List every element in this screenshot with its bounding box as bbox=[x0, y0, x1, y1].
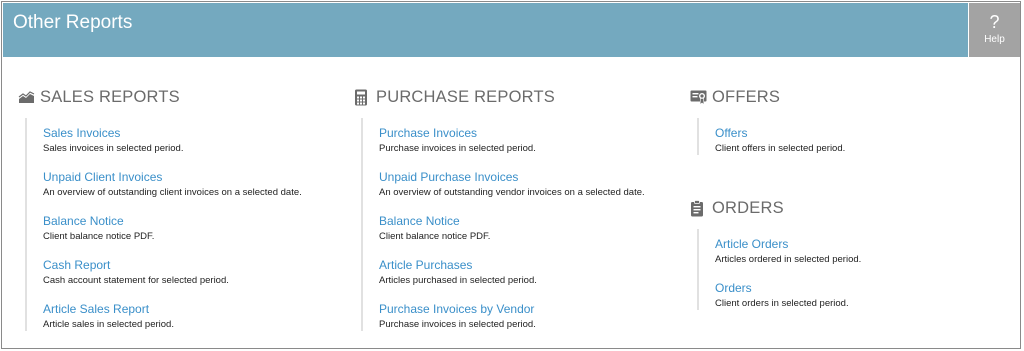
item-description: Purchase invoices in selected period. bbox=[379, 319, 536, 330]
reports-panel: Other Reports ? Help SALES REPORTS Sales… bbox=[1, 1, 1021, 349]
orders-link[interactable]: Orders bbox=[715, 281, 861, 296]
orders-list: Article Orders Articles ordered in selec… bbox=[697, 229, 861, 310]
purchase-invoices-by-vendor-link[interactable]: Purchase Invoices by Vendor bbox=[379, 302, 645, 317]
item-description: Article sales in selected period. bbox=[43, 319, 174, 330]
help-label: Help bbox=[984, 34, 1005, 45]
sales-reports-title: SALES REPORTS bbox=[40, 87, 180, 106]
list-item: Offers Client offers in selected period. bbox=[715, 126, 845, 155]
item-description: Client orders in selected period. bbox=[715, 298, 849, 309]
sales-reports-section: SALES REPORTS Sales Invoices Sales invoi… bbox=[18, 86, 302, 331]
offers-heading: OFFERS bbox=[690, 86, 845, 108]
item-description: Purchase invoices in selected period. bbox=[379, 143, 536, 154]
list-item: Balance Notice Client balance notice PDF… bbox=[379, 214, 645, 243]
sales-reports-list: Sales Invoices Sales invoices in selecte… bbox=[25, 118, 302, 331]
item-description: Articles ordered in selected period. bbox=[715, 254, 862, 265]
offers-title: OFFERS bbox=[712, 87, 781, 106]
unpaid-client-invoices-link[interactable]: Unpaid Client Invoices bbox=[43, 170, 302, 185]
page-header: Other Reports bbox=[3, 3, 968, 57]
item-description: Client balance notice PDF. bbox=[43, 231, 155, 242]
item-description: Cash account statement for selected peri… bbox=[43, 275, 229, 286]
balance-notice-link[interactable]: Balance Notice bbox=[379, 214, 645, 229]
purchase-reports-title: PURCHASE REPORTS bbox=[376, 87, 555, 106]
certificate-icon bbox=[690, 89, 707, 106]
list-item: Article Sales Report Article sales in se… bbox=[43, 302, 302, 331]
purchase-reports-heading: PURCHASE REPORTS bbox=[354, 86, 645, 108]
page-title: Other Reports bbox=[13, 12, 133, 33]
item-description: Articles purchased in selected period. bbox=[379, 275, 537, 286]
article-orders-link[interactable]: Article Orders bbox=[715, 237, 861, 252]
calculator-icon bbox=[354, 89, 371, 106]
list-item: Orders Client orders in selected period. bbox=[715, 281, 861, 310]
orders-title: ORDERS bbox=[712, 198, 784, 217]
item-description: Client balance notice PDF. bbox=[379, 231, 491, 242]
sales-reports-heading: SALES REPORTS bbox=[18, 86, 302, 108]
offers-link[interactable]: Offers bbox=[715, 126, 845, 141]
help-icon: ? bbox=[989, 12, 1000, 32]
area-chart-icon bbox=[18, 89, 35, 106]
help-button[interactable]: ? Help bbox=[969, 3, 1020, 57]
list-item: Sales Invoices Sales invoices in selecte… bbox=[43, 126, 302, 155]
article-purchases-link[interactable]: Article Purchases bbox=[379, 258, 645, 273]
item-description: An overview of outstanding vendor invoic… bbox=[379, 187, 645, 198]
list-item: Purchase Invoices by Vendor Purchase inv… bbox=[379, 302, 645, 331]
list-item: Article Orders Articles ordered in selec… bbox=[715, 237, 861, 266]
offers-section: OFFERS Offers Client offers in selected … bbox=[690, 86, 845, 155]
orders-heading: ORDERS bbox=[690, 197, 861, 219]
item-description: Sales invoices in selected period. bbox=[43, 143, 184, 154]
unpaid-purchase-invoices-link[interactable]: Unpaid Purchase Invoices bbox=[379, 170, 645, 185]
list-item: Unpaid Purchase Invoices An overview of … bbox=[379, 170, 645, 199]
cash-report-link[interactable]: Cash Report bbox=[43, 258, 302, 273]
orders-section: ORDERS Article Orders Articles ordered i… bbox=[690, 197, 861, 310]
item-description: Client offers in selected period. bbox=[715, 143, 846, 154]
balance-notice-link[interactable]: Balance Notice bbox=[43, 214, 302, 229]
article-sales-report-link[interactable]: Article Sales Report bbox=[43, 302, 302, 317]
list-item: Balance Notice Client balance notice PDF… bbox=[43, 214, 302, 243]
list-item: Cash Report Cash account statement for s… bbox=[43, 258, 302, 287]
item-description: An overview of outstanding client invoic… bbox=[43, 187, 302, 198]
offers-list: Offers Client offers in selected period. bbox=[697, 118, 845, 155]
purchase-reports-section: PURCHASE REPORTS Purchase Invoices Purch… bbox=[354, 86, 645, 331]
purchase-reports-list: Purchase Invoices Purchase invoices in s… bbox=[361, 118, 645, 331]
sales-invoices-link[interactable]: Sales Invoices bbox=[43, 126, 302, 141]
purchase-invoices-link[interactable]: Purchase Invoices bbox=[379, 126, 645, 141]
list-item: Unpaid Client Invoices An overview of ou… bbox=[43, 170, 302, 199]
list-item: Article Purchases Articles purchased in … bbox=[379, 258, 645, 287]
list-item: Purchase Invoices Purchase invoices in s… bbox=[379, 126, 645, 155]
clipboard-icon bbox=[690, 199, 707, 217]
